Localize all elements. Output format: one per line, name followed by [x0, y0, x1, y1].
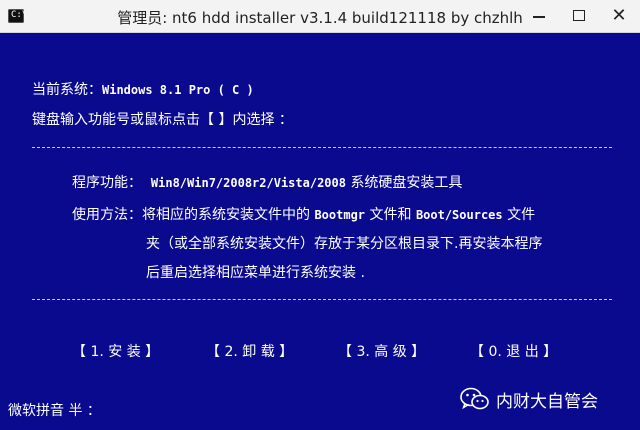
top-divider — [32, 147, 612, 148]
current-system-label: 当前系统： — [32, 82, 102, 98]
menu-exit-button[interactable]: 【 0. 退 出 】 — [470, 341, 557, 361]
wechat-icon — [460, 387, 489, 410]
usage-label: 使用方法： — [72, 207, 142, 223]
close-button[interactable]: ✕ — [600, 0, 638, 32]
maximize-icon — [573, 10, 585, 21]
ime-status: 微软拼音 半 ： — [8, 403, 101, 419]
function-description: 系统硬盘安装工具 — [350, 175, 463, 191]
usage-text-a: 将相应的系统安装文件中的 — [142, 207, 310, 223]
window-title: 管理员: nt6 hdd installer v3.1.4 build12111… — [117, 9, 523, 27]
watermark-text: 内财大自管会 — [496, 392, 598, 412]
function-os-list: Win8/Win7/2008r2/Vista/2008 — [150, 176, 346, 190]
selection-prompt: 键盘输入功能号或鼠标点击【 】内选择 ： — [32, 112, 293, 128]
usage-text-c: 文件和 — [369, 207, 412, 223]
cmd-icon[interactable]: C:\ — [8, 9, 28, 23]
function-label: 程序功能： — [72, 175, 142, 191]
usage-line-2: 夹（或全部系统安装文件）存放于某分区根目录下.再安装本程序 — [146, 236, 543, 252]
usage-line-3: 后重启选择相应菜单进行系统安装 . — [146, 265, 365, 281]
usage-text-e: 文件 — [507, 207, 536, 223]
minimize-icon — [533, 16, 545, 18]
menu-install-button[interactable]: 【 1. 安 装 】 — [72, 341, 159, 361]
menu-advanced-button[interactable]: 【 3. 高 级 】 — [338, 341, 425, 361]
close-icon: ✕ — [611, 5, 627, 26]
console-window: C:\ 管理员: nt6 hdd installer v3.1.4 build1… — [0, 0, 640, 430]
maximize-button[interactable] — [560, 0, 598, 32]
usage-line-1: 使用方法：将相应的系统安装文件中的 Bootmgr 文件和 Boot/Sourc… — [72, 204, 535, 224]
usage-boot-sources: Boot/Sources — [415, 208, 503, 222]
title-bar[interactable]: C:\ 管理员: nt6 hdd installer v3.1.4 build1… — [0, 0, 640, 33]
function-line: 程序功能： Win8/Win7/2008r2/Vista/2008 系统硬盘安装… — [72, 172, 462, 192]
usage-bootmgr: Bootmgr — [314, 208, 366, 222]
current-system-value: Windows 8.1 Pro ( C ) — [102, 83, 254, 97]
bottom-divider — [32, 299, 612, 300]
console-output: 当前系统：Windows 8.1 Pro ( C ) 键盘输入功能号或鼠标点击【… — [0, 33, 640, 430]
cmd-prompt-glyph: C:\ — [11, 10, 28, 20]
menu-uninstall-button[interactable]: 【 2. 卸 载 】 — [206, 341, 293, 361]
minimize-button[interactable] — [520, 0, 558, 32]
current-system-line: 当前系统：Windows 8.1 Pro ( C ) — [32, 79, 254, 99]
